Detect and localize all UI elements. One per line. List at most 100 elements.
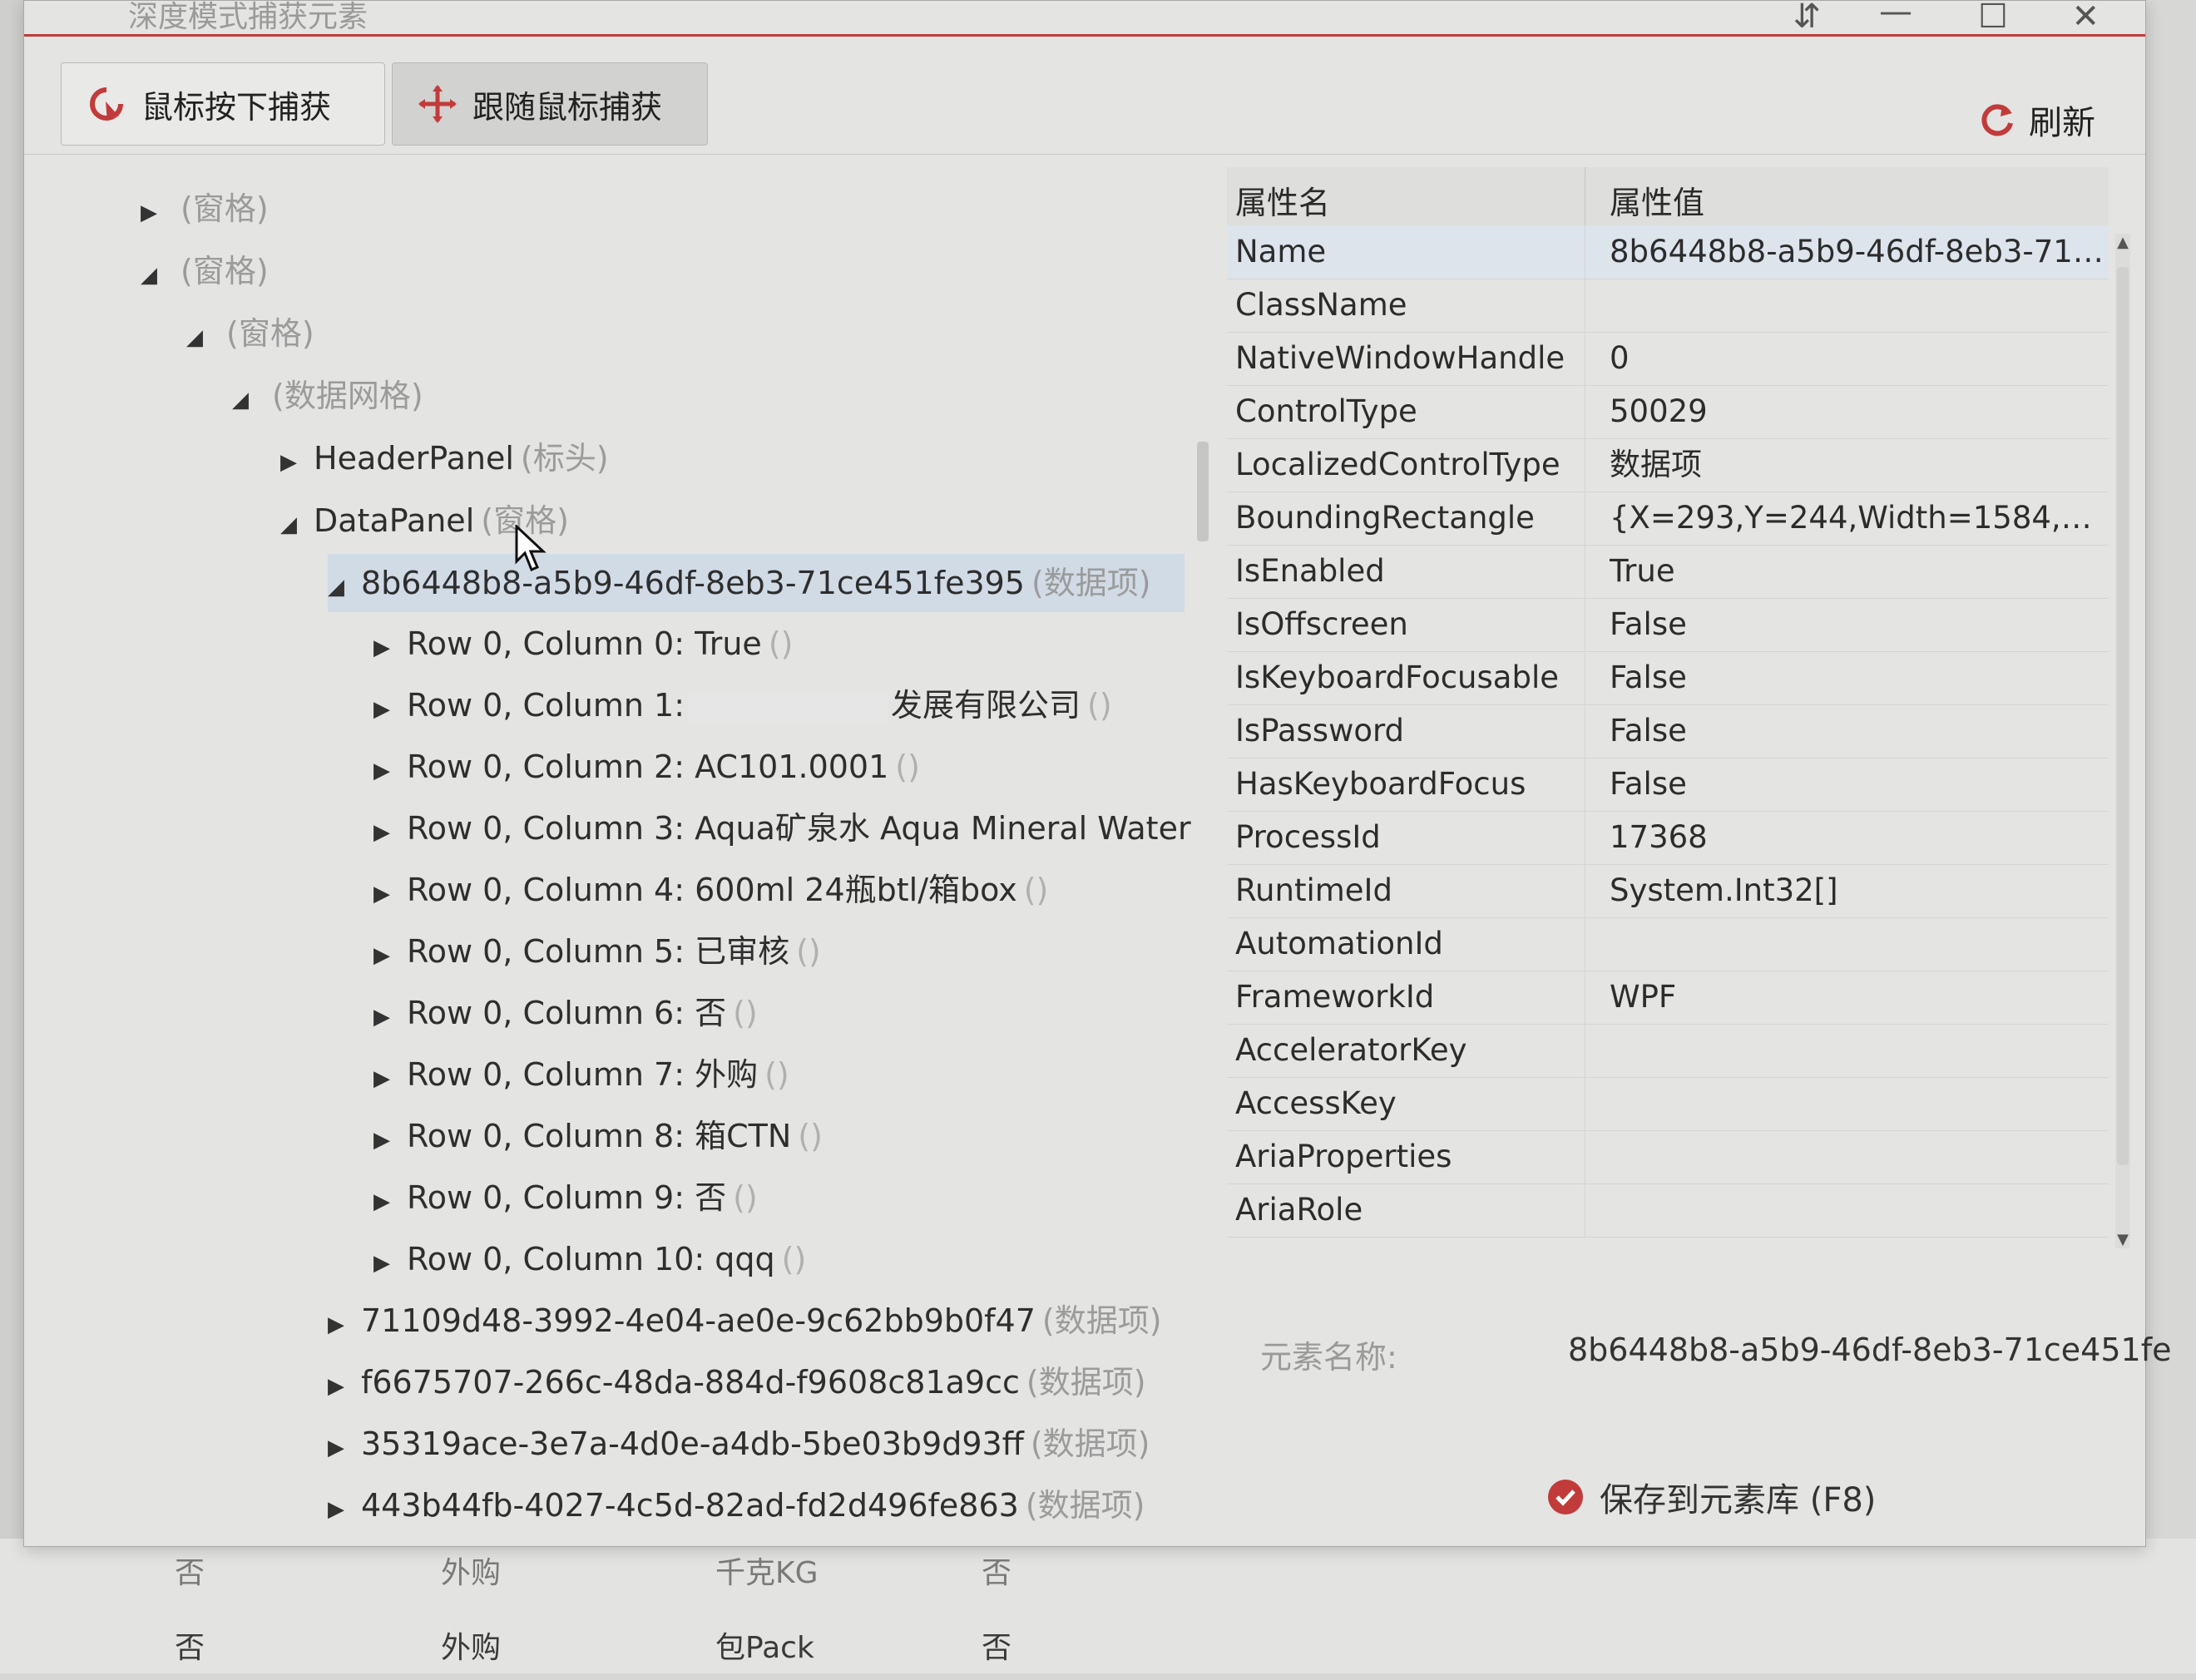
property-row[interactable]: IsOffscreen False xyxy=(1227,598,2109,652)
tree-node[interactable]: ◢ (窗格) xyxy=(186,304,314,363)
maximize-icon[interactable]: ☐ xyxy=(1978,0,2008,36)
property-row[interactable]: AriaProperties xyxy=(1227,1130,2109,1184)
window-title: 深度模式捕获元素 xyxy=(128,0,368,34)
collapse-arrow-icon[interactable]: ◢ xyxy=(232,371,265,429)
property-row[interactable]: AccessKey xyxy=(1227,1077,2109,1131)
expand-arrow-icon[interactable]: ▶ xyxy=(373,988,407,1046)
follow-mouse-label: 跟随鼠标捕获 xyxy=(472,88,663,126)
properties-panel: 属性名 属性值 Name 8b6448b8-a5b9-46df-8eb3-71c.… xyxy=(1227,167,2134,1248)
collapse-arrow-icon[interactable]: ◢ xyxy=(186,309,220,367)
property-row[interactable]: NativeWindowHandle 0 xyxy=(1227,332,2109,386)
tree-node-text: Row 0, Column 6: 否 xyxy=(407,995,727,1031)
tree-node[interactable]: ▶ Row 0, Column 5: 已审核() xyxy=(373,922,821,981)
property-row[interactable]: HasKeyboardFocus False xyxy=(1227,758,2109,812)
property-row[interactable]: AcceleratorKey xyxy=(1227,1024,2109,1078)
tree-scrollbar[interactable] xyxy=(1197,442,1209,541)
tree-node[interactable]: ▶ Row 0, Column 6: 否() xyxy=(373,984,758,1042)
tree-node[interactable]: ▶ Row 0, Column 8: 箱CTN() xyxy=(373,1107,823,1165)
expand-arrow-icon[interactable]: ▶ xyxy=(373,1173,407,1231)
tree-node[interactable]: ▶ 71109d48-3992-4e04-ae0e-9c62bb9b0f47 (数据… xyxy=(328,1292,1162,1350)
scroll-down-icon[interactable]: ▼ xyxy=(2115,1231,2130,1248)
tree-node[interactable]: ▶ Row 0, Column 2: AC101.0001() xyxy=(373,738,920,796)
scroll-up-icon[interactable]: ▲ xyxy=(2115,234,2130,251)
tree-node[interactable]: ▶ Row 0, Column 0: True() xyxy=(373,615,793,673)
tree-node[interactable]: ▶ Row 0, Column 4: 600ml 24瓶btl/箱box() xyxy=(373,861,1048,919)
expand-arrow-icon[interactable]: ▶ xyxy=(280,433,314,492)
close-icon[interactable]: ✕ xyxy=(2071,0,2100,36)
tree-node[interactable]: ◢ (窗格) xyxy=(141,242,269,300)
property-row[interactable]: BoundingRectangle {X=293,Y=244,Width=1584… xyxy=(1227,492,2109,546)
tree-node[interactable]: ▶ (窗格) xyxy=(141,180,269,238)
tree-node-type: () xyxy=(733,995,758,1031)
tree-node[interactable]: ▶ Row 0, Column 10: qqq() xyxy=(373,1230,806,1288)
header-property-value[interactable]: 属性值 xyxy=(1610,177,1704,223)
expand-arrow-icon[interactable]: ▶ xyxy=(373,1111,407,1169)
expand-arrow-icon[interactable]: ▶ xyxy=(373,803,407,862)
tree-node-type: (数据项) xyxy=(1041,1302,1162,1339)
property-row[interactable]: RuntimeId System.Int32[] xyxy=(1227,864,2109,918)
tree-node-text: 8b6448b8-a5b9-46df-8eb3-71ce451fe395 xyxy=(361,565,1025,601)
tree-node-text: Row 0, Column 3: Aqua矿泉水 Aqua Mineral Wa… xyxy=(407,810,1191,847)
collapse-arrow-icon[interactable]: ◢ xyxy=(280,496,314,554)
tree-node[interactable]: ▶ Row 0, Column 9: 否() xyxy=(373,1169,758,1227)
minimize-icon[interactable]: — xyxy=(1879,0,1912,31)
property-row[interactable]: ProcessId 17368 xyxy=(1227,811,2109,865)
pin-icon[interactable]: ⇵ xyxy=(1793,0,1821,36)
tree-node[interactable]: ▶ f6675707-266c-48da-884d-f9608c81a9cc (数据… xyxy=(328,1353,1146,1411)
property-value: False xyxy=(1610,713,1687,749)
expand-arrow-icon[interactable]: ▶ xyxy=(373,742,407,800)
tree-node[interactable]: ▶ Row 0, Column 3: Aqua矿泉水 Aqua Mineral W… xyxy=(373,799,1198,857)
refresh-button[interactable]: 刷新 xyxy=(1977,96,2095,144)
expand-arrow-icon[interactable]: ▶ xyxy=(373,619,407,677)
tree-node[interactable]: ▶ Row 0, Column 1: 发展有限公司() xyxy=(373,676,1112,734)
expand-arrow-icon[interactable]: ▶ xyxy=(141,184,174,242)
capture-on-click-button[interactable]: 鼠标按下捕获 xyxy=(61,62,385,146)
tree-node[interactable]: ◢ (数据网格) xyxy=(232,367,423,425)
expand-arrow-icon[interactable]: ▶ xyxy=(373,680,407,739)
property-row[interactable]: FrameworkId WPF xyxy=(1227,971,2109,1025)
expand-arrow-icon[interactable]: ▶ xyxy=(328,1296,361,1354)
expand-arrow-icon[interactable]: ▶ xyxy=(373,1050,407,1108)
collapse-arrow-icon[interactable]: ◢ xyxy=(328,558,361,616)
expand-arrow-icon[interactable]: ▶ xyxy=(328,1357,361,1416)
expand-arrow-icon[interactable]: ▶ xyxy=(373,926,407,985)
scrollbar-thumb[interactable] xyxy=(2117,267,2129,1165)
property-row[interactable]: ClassName xyxy=(1227,279,2109,333)
property-row[interactable]: ControlType 50029 xyxy=(1227,385,2109,439)
tree-node-text: Row 0, Column 1: xyxy=(407,687,685,724)
property-name: BoundingRectangle xyxy=(1235,500,1535,536)
header-property-name[interactable]: 属性名 xyxy=(1235,177,1330,223)
tree-node-selected[interactable]: ◢ 8b6448b8-a5b9-46df-8eb3-71ce451fe395 (数据… xyxy=(328,554,1185,612)
property-value: False xyxy=(1610,766,1687,802)
expand-arrow-icon[interactable]: ▶ xyxy=(328,1419,361,1477)
tree-node-type: (窗格) xyxy=(181,190,269,227)
tree-node-text-suffix: 发展有限公司 xyxy=(891,687,1081,724)
tree-node-type: (数据项) xyxy=(1030,1426,1150,1462)
property-value: True xyxy=(1610,553,1675,589)
tree-node[interactable]: ▶ Row 0, Column 7: 外购() xyxy=(373,1045,789,1104)
tree-node-type: () xyxy=(895,749,920,785)
element-name-value[interactable]: 8b6448b8-a5b9-46df-8eb3-71ce451fe xyxy=(1568,1332,2171,1368)
collapse-arrow-icon[interactable]: ◢ xyxy=(141,246,174,304)
property-row[interactable]: Name 8b6448b8-a5b9-46df-8eb3-71c... xyxy=(1227,225,2109,279)
tree-node-type: (数据网格) xyxy=(272,378,423,414)
property-row[interactable]: AutomationId xyxy=(1227,917,2109,971)
expand-arrow-icon[interactable]: ▶ xyxy=(373,1234,407,1292)
expand-arrow-icon[interactable]: ▶ xyxy=(328,1480,361,1527)
save-to-library-button[interactable]: 保存到元素库 (F8) xyxy=(1546,1473,1876,1521)
tree-node-type: () xyxy=(764,1056,789,1093)
property-row[interactable]: IsPassword False xyxy=(1227,704,2109,758)
property-row[interactable]: IsKeyboardFocusable False xyxy=(1227,651,2109,705)
tree-node[interactable]: ▶ HeaderPanel (标头) xyxy=(280,429,609,487)
expand-arrow-icon[interactable]: ▶ xyxy=(373,865,407,923)
tree-node[interactable]: ▶ 443b44fb-4027-4c5d-82ad-fd2d496fe863 (数据… xyxy=(328,1476,1145,1527)
tree-node[interactable]: ▶ 35319ace-3e7a-4d0e-a4db-5be03b9d93ff (数据… xyxy=(328,1415,1150,1473)
properties-scrollbar[interactable]: ▲ ▼ xyxy=(2115,234,2130,1248)
property-row[interactable]: LocalizedControlType 数据项 xyxy=(1227,438,2109,492)
property-row[interactable]: IsEnabled True xyxy=(1227,545,2109,599)
property-row[interactable]: AriaRole xyxy=(1227,1183,2109,1238)
follow-mouse-button[interactable]: 跟随鼠标捕获 xyxy=(392,62,708,146)
capture-target-icon xyxy=(85,82,128,126)
property-value: 0 xyxy=(1610,340,1630,376)
bg-cell: 包Pack xyxy=(715,1631,814,1665)
